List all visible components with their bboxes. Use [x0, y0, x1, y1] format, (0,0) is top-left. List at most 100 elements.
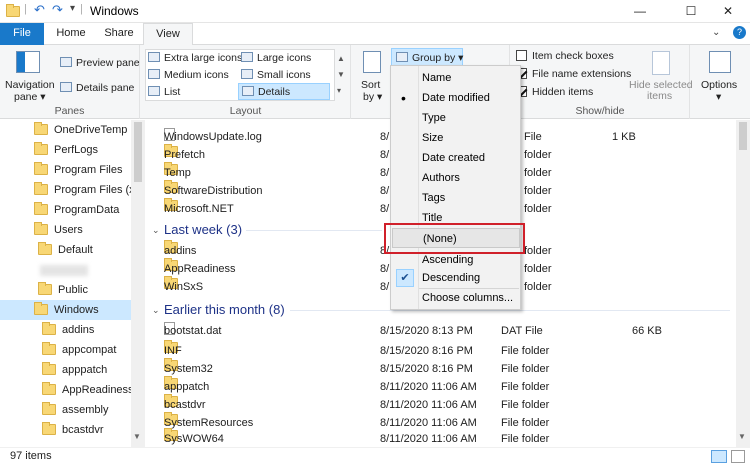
preview-pane-button[interactable]: Preview pane: [60, 57, 140, 69]
menu-item-choose-columns[interactable]: Choose columns...: [392, 288, 520, 308]
layout-details[interactable]: Details: [238, 83, 330, 100]
menu-item-authors[interactable]: Authors: [392, 168, 520, 188]
menu-item-date-created[interactable]: Date created: [392, 148, 520, 168]
nav-item[interactable]: Default: [0, 240, 132, 260]
nav-item-label: Windows: [54, 304, 99, 316]
menu-item-tags[interactable]: Tags: [392, 188, 520, 208]
layout-medium-icons[interactable]: Medium icons: [148, 69, 229, 81]
minimize-button[interactable]: —: [618, 0, 662, 23]
file-name-extensions-checkbox[interactable]: File name extensions: [516, 68, 631, 80]
tab-share[interactable]: Share: [97, 23, 141, 45]
item-check-boxes-checkbox[interactable]: Item check boxes: [516, 50, 614, 62]
scrollbar-thumb[interactable]: [739, 122, 747, 150]
layout-large-icons[interactable]: Large icons: [241, 52, 311, 64]
folder-icon: [34, 302, 48, 315]
details-view-icon[interactable]: [711, 450, 727, 463]
navigation-scrollbar[interactable]: ▼: [131, 120, 145, 447]
file-row[interactable]: SysWOW64 8/11/2020 11:06 AM File folder: [146, 428, 726, 447]
help-icon[interactable]: ?: [733, 26, 746, 39]
navigation-pane-icon[interactable]: [16, 51, 40, 73]
sort-by-dropdown[interactable]: by ▾: [363, 91, 382, 103]
nav-item[interactable]: Program Files: [0, 160, 132, 180]
sort-by-button[interactable]: Sort: [361, 79, 380, 91]
nav-item[interactable]: assembly: [0, 400, 132, 420]
nav-item[interactable]: OneDriveTemp: [0, 120, 132, 140]
scroll-down-icon[interactable]: ▼: [738, 432, 746, 441]
navigation-pane-button[interactable]: Navigation: [5, 79, 55, 91]
file-type: folder: [524, 185, 552, 197]
nav-item[interactable]: Users: [0, 220, 132, 240]
close-button[interactable]: ✕: [706, 0, 750, 23]
chevron-down-icon[interactable]: ⌄: [152, 300, 160, 320]
details-pane-button[interactable]: Details pane: [60, 82, 134, 94]
nav-item[interactable]: Public: [0, 280, 132, 300]
menu-item-date-modified[interactable]: • Date modified: [392, 88, 520, 108]
scrollbar-thumb[interactable]: [134, 122, 142, 182]
large-icons-view-icon[interactable]: [731, 450, 745, 463]
nav-item[interactable]: bcastdvr: [0, 420, 132, 440]
options-icon[interactable]: [709, 51, 731, 73]
tab-view[interactable]: View: [143, 23, 193, 46]
group-by-button[interactable]: Group by ▾: [391, 48, 463, 66]
file-type: File folder: [501, 433, 550, 445]
options-group: Options ▾: [691, 45, 750, 119]
layout-small-icons[interactable]: Small icons: [241, 69, 311, 81]
file-row[interactable]: INF 8/15/2020 8:16 PM File folder: [146, 340, 726, 360]
file-list-scrollbar[interactable]: ▼: [736, 120, 750, 447]
item-check-boxes-label: Item check boxes: [532, 50, 614, 62]
extra-large-icons-label: Extra large icons: [164, 52, 243, 64]
nav-item[interactable]: apppatch: [0, 360, 132, 380]
nav-item[interactable]: ProgramData: [0, 200, 132, 220]
file-row[interactable]: bootstat.dat 8/15/2020 8:13 PM DAT File …: [146, 322, 726, 340]
nav-item[interactable]: Program Files (x86): [0, 180, 145, 200]
collapse-ribbon-icon[interactable]: ⌄: [712, 27, 720, 38]
file-date: 8/: [380, 185, 390, 197]
nav-item[interactable]: AppReadiness: [0, 380, 134, 400]
nav-item-label: addins: [62, 324, 95, 336]
nav-item[interactable]: appcompat: [0, 340, 132, 360]
sort-by-icon[interactable]: [363, 51, 381, 73]
redo-icon[interactable]: ↷: [52, 2, 63, 18]
tab-home[interactable]: Home: [50, 23, 92, 45]
chevron-down-icon[interactable]: ⌄: [152, 220, 160, 240]
menu-item-name[interactable]: Name: [392, 68, 520, 88]
file-type: File folder: [501, 363, 550, 375]
menu-item-type[interactable]: Type: [392, 108, 520, 128]
large-icons-label: Large icons: [257, 52, 312, 64]
menu-item-size[interactable]: Size: [392, 128, 520, 148]
hide-selected-icon[interactable]: [652, 51, 670, 75]
nav-item[interactable]: PerfLogs: [0, 140, 132, 160]
nav-item-label: ProgramData: [54, 204, 120, 216]
group-by-menu: Name • Date modified Type Size Date crea…: [390, 65, 521, 310]
file-name-text: WindowsUpdate.log: [164, 131, 262, 143]
scroll-down-icon[interactable]: ▼: [133, 432, 141, 441]
nav-item-label: appcompat: [62, 344, 117, 356]
nav-item[interactable]: addins: [0, 320, 132, 340]
quick-access-dropdown-icon[interactable]: ▾: [70, 3, 75, 14]
details-label: Details: [258, 86, 291, 98]
file-row[interactable]: bcastdvr 8/11/2020 11:06 AM File folder: [146, 394, 726, 414]
file-row[interactable]: System32 8/15/2020 8:16 PM File folder: [146, 358, 726, 378]
navigation-pane-dropdown[interactable]: pane ▾: [14, 91, 46, 103]
options-dropdown[interactable]: ▾: [716, 91, 721, 103]
nav-item-label: Default: [58, 244, 93, 256]
nav-item-selected[interactable]: Windows: [0, 300, 132, 320]
layout-extra-large-icons[interactable]: Extra large icons: [148, 52, 242, 64]
checkbox-unchecked[interactable]: [516, 50, 527, 61]
undo-icon[interactable]: ↶: [34, 2, 45, 18]
folder-icon: [42, 342, 56, 355]
layout-list[interactable]: List: [148, 86, 180, 98]
file-type: File folder: [501, 399, 550, 411]
hidden-items-checkbox[interactable]: Hidden items: [516, 86, 593, 98]
options-button[interactable]: Options: [701, 79, 737, 91]
tab-file[interactable]: File: [0, 23, 44, 45]
folder-icon: [38, 242, 52, 255]
gallery-scroll-icon[interactable]: ▲ ▼ ▾: [337, 51, 345, 99]
file-row[interactable]: apppatch 8/11/2020 11:06 AM File folder: [146, 376, 726, 396]
nav-item-redacted[interactable]: [0, 260, 132, 280]
nav-item-label: bcastdvr: [62, 424, 104, 436]
file-name-text: WinSxS: [164, 281, 204, 293]
file-type: folder: [524, 203, 552, 215]
menu-item-descending[interactable]: ✔ Descending: [392, 268, 520, 288]
nav-item-label: Public: [58, 284, 88, 296]
